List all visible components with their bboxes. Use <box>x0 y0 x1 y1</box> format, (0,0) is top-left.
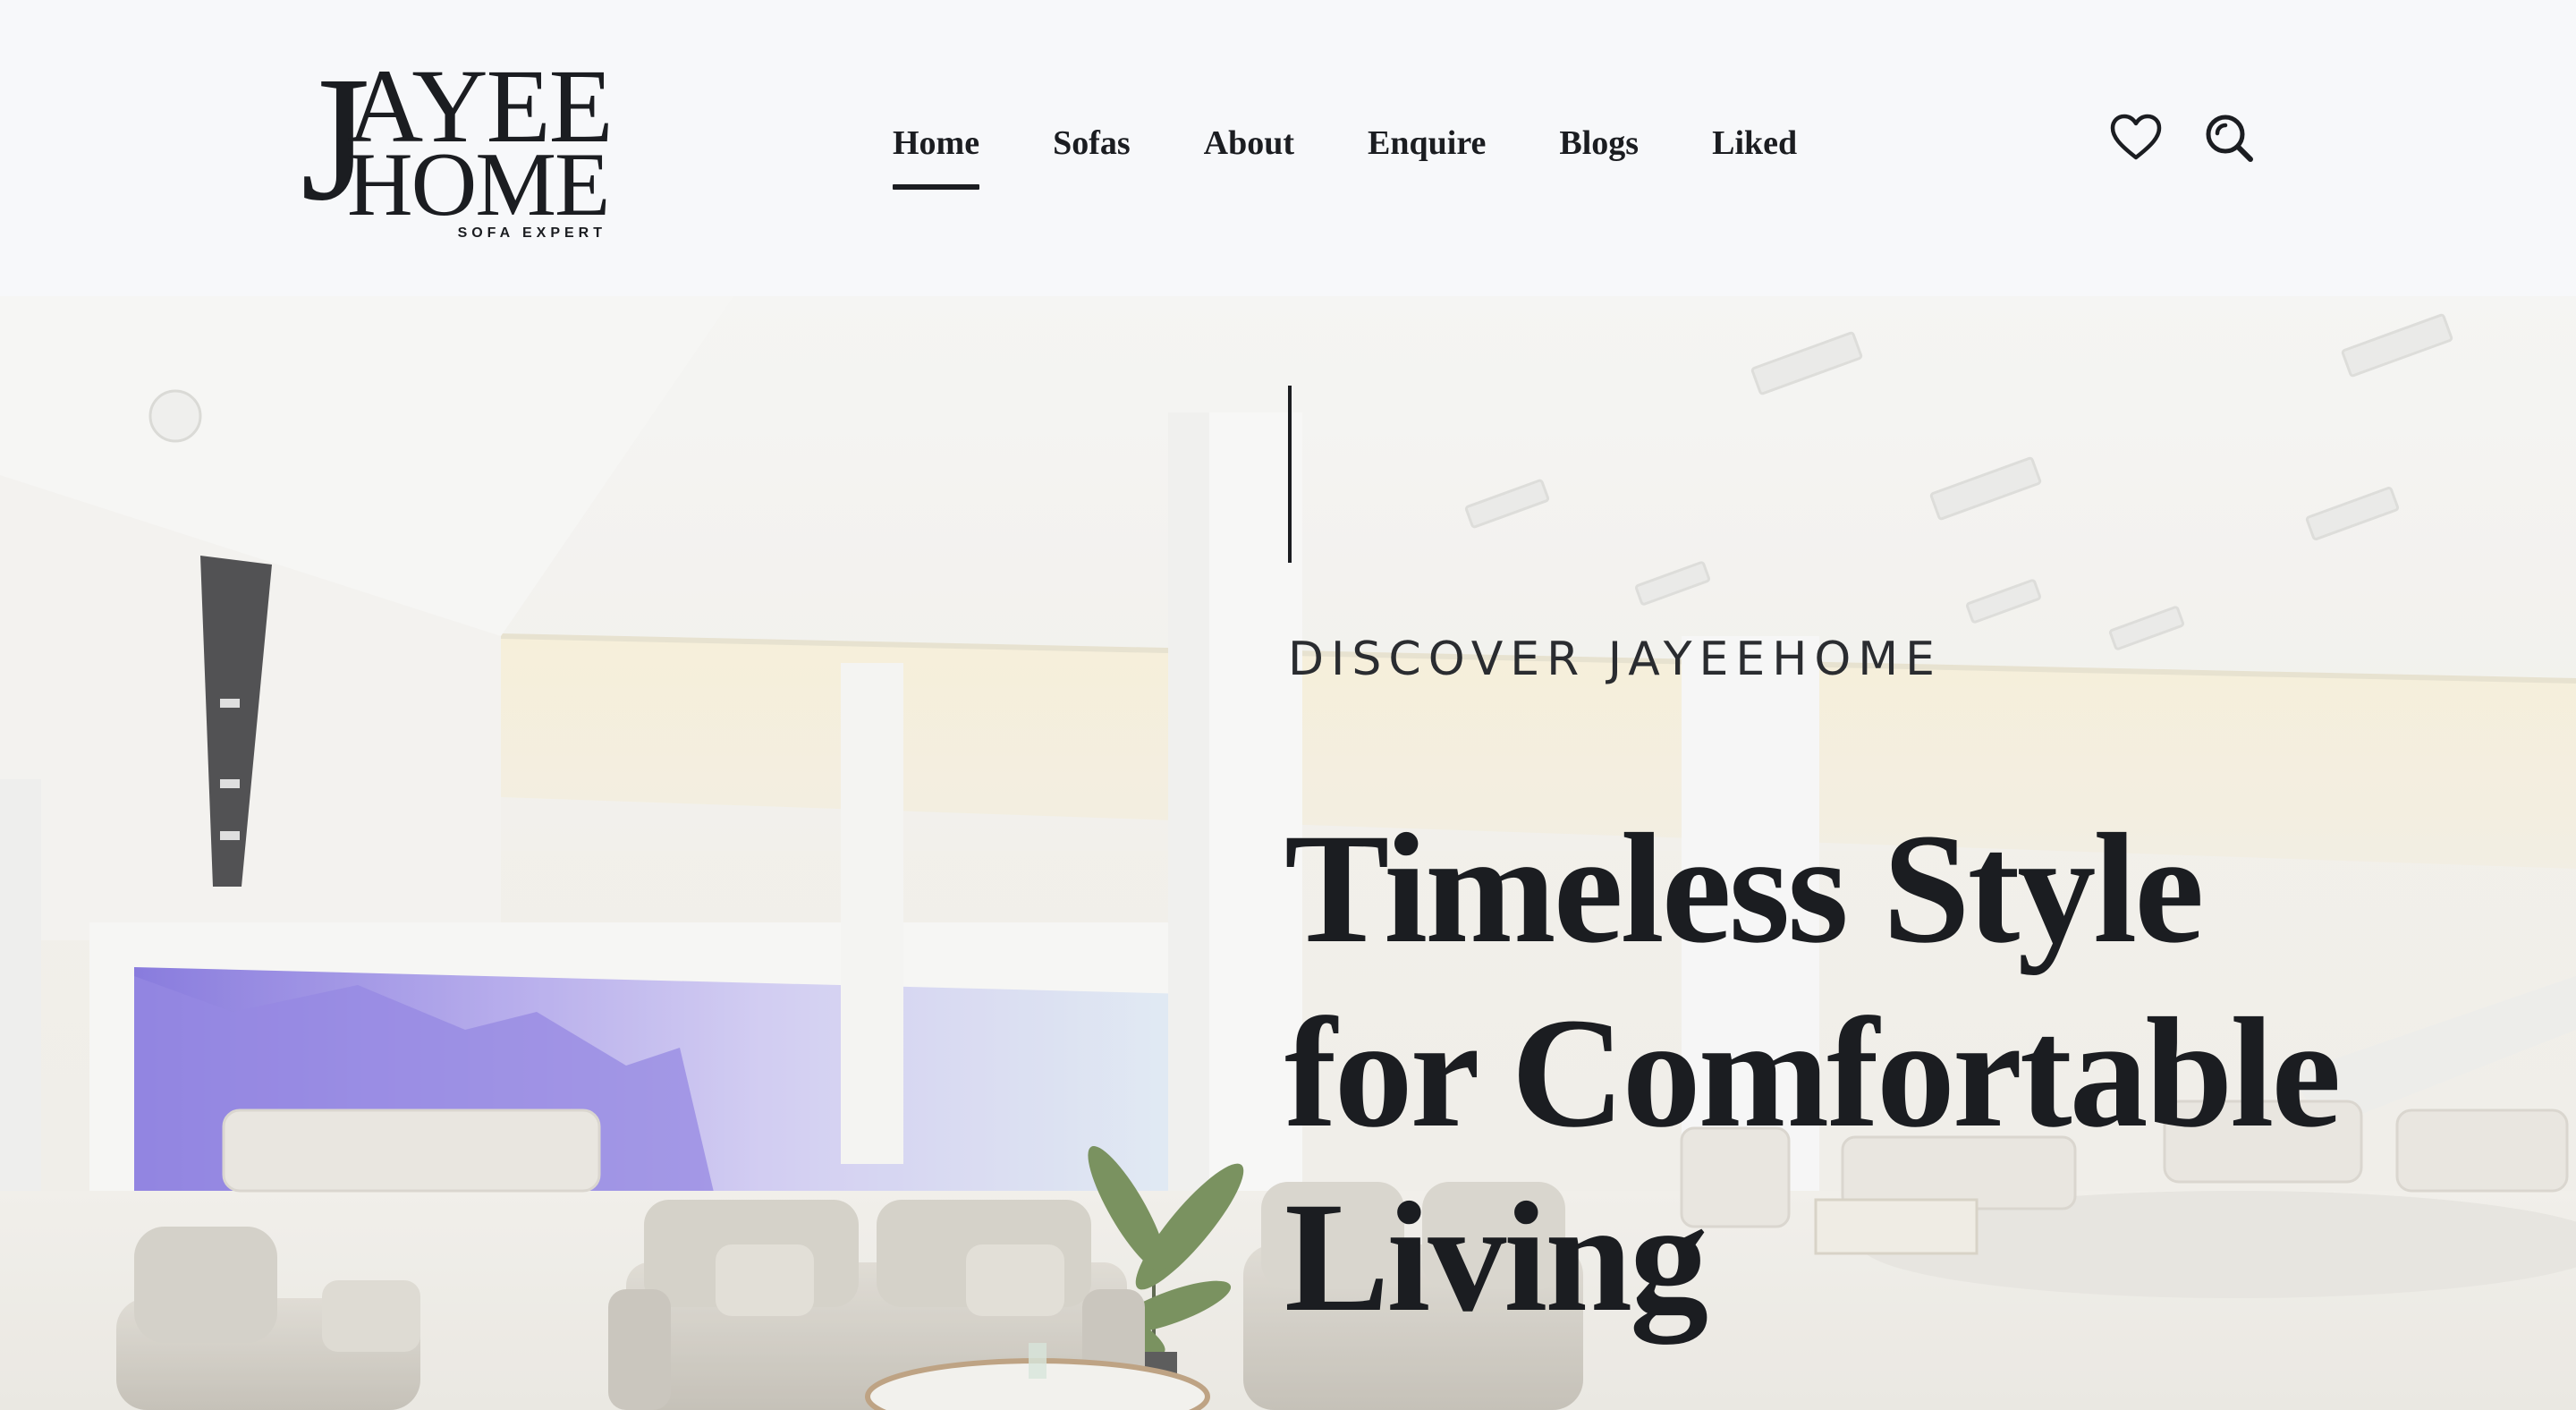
logo-line-2: HOME <box>347 134 610 235</box>
logo-tagline: SOFA EXPERT <box>457 225 606 241</box>
hero-heading: Timeless Style for Comfortable Living <box>1284 802 2342 1345</box>
jayee-home-logo[interactable]: J AYEE HOME SOFA EXPERT <box>301 50 624 247</box>
nav-item-about[interactable]: About <box>1204 118 1294 190</box>
hero-section: DISCOVER JAYEEHOME Timeless Style for Co… <box>0 296 2576 1410</box>
nav-item-liked[interactable]: Liked <box>1712 118 1797 190</box>
wishlist-button[interactable] <box>2107 109 2165 166</box>
search-button[interactable] <box>2200 109 2258 166</box>
nav-item-blogs[interactable]: Blogs <box>1559 118 1639 190</box>
hero-accent-line <box>1288 386 1292 563</box>
nav-item-sofas[interactable]: Sofas <box>1053 118 1131 190</box>
heart-icon <box>2110 114 2162 160</box>
site-header: J AYEE HOME SOFA EXPERT Home Sofas About… <box>0 0 2576 296</box>
nav-item-enquire[interactable]: Enquire <box>1368 118 1486 190</box>
hero-eyebrow: DISCOVER JAYEEHOME <box>1288 633 1942 686</box>
search-icon <box>2206 115 2253 162</box>
main-nav: Home Sofas About Enquire Blogs Liked <box>893 118 1797 190</box>
nav-item-home[interactable]: Home <box>893 118 980 190</box>
